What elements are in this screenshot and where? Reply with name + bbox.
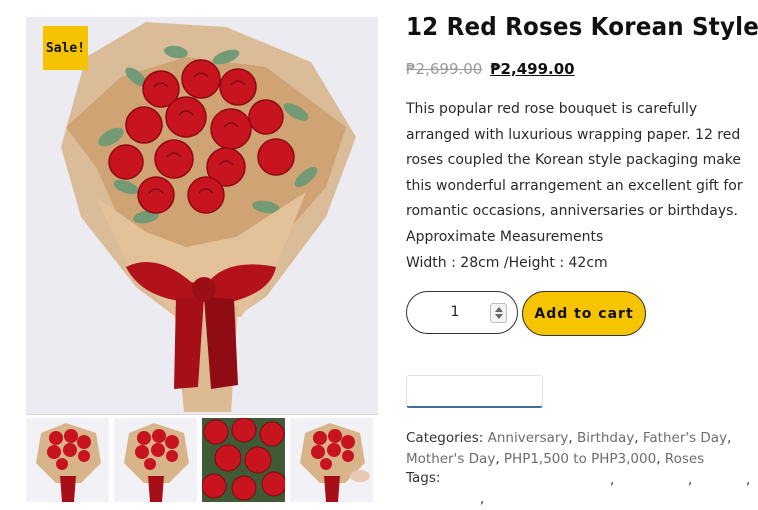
quantity-spinner[interactable] [490,303,507,323]
tag-separator: , [610,473,615,488]
categories-label: Categories: [406,430,484,446]
thumbnail-bouquet-icon [300,423,370,502]
category-link-birthday[interactable]: Birthday [577,430,634,446]
thumbnail-4[interactable] [290,418,373,502]
product-gallery: Sale! [26,17,378,415]
thumbnail-strip [26,418,378,504]
original-price: ₱2,699.00 [406,60,483,78]
product-description: This popular red rose bouquet is careful… [406,97,756,276]
chevron-up-icon[interactable] [495,307,503,312]
thumbnail-roses-closeup-icon [202,418,285,501]
product-tags: Tags: , , , , [406,470,758,510]
tag-separator: , [688,473,693,488]
sale-price: ₱2,499.00 [490,60,575,78]
sale-badge: Sale! [43,26,88,70]
thumbnail-3[interactable] [202,418,285,502]
category-link-roses[interactable]: Roses [665,451,704,467]
thumbnail-bouquet-icon [36,423,101,502]
category-link-fathers-day[interactable]: Father's Day [643,430,727,446]
measurements-heading: Approximate Measurements [406,228,604,245]
chevron-down-icon[interactable] [495,314,503,319]
product-categories: Categories: Anniversary, Birthday, Fathe… [406,430,732,467]
thumbnail-1[interactable] [26,418,109,502]
quantity-stepper[interactable]: 1 [406,291,518,334]
add-to-cart-button[interactable]: Add to cart [522,291,646,336]
description-paragraph: This popular red rose bouquet is careful… [406,101,743,220]
product-title: 12 Red Roses Korean Style [406,12,758,41]
category-link-anniversary[interactable]: Anniversary [488,430,569,446]
tag-separator: , [480,492,485,507]
thumbnail-2[interactable] [114,418,197,502]
tags-label: Tags: [406,470,441,486]
thumbnail-bouquet-icon [124,423,189,502]
main-product-image[interactable] [26,17,378,415]
bouquet-illustration [61,22,356,412]
extra-options-field[interactable] [406,375,543,408]
price-block: ₱2,699.00 ₱2,499.00 [406,60,575,78]
measurements-values: Width : 28cm /Height : 42cm [406,254,608,271]
tag-separator: , [746,473,751,488]
quantity-input[interactable]: 1 [445,304,465,320]
category-link-price-range[interactable]: PHP1,500 to PHP3,000 [504,451,656,467]
category-link-mothers-day[interactable]: Mother's Day [406,451,495,467]
